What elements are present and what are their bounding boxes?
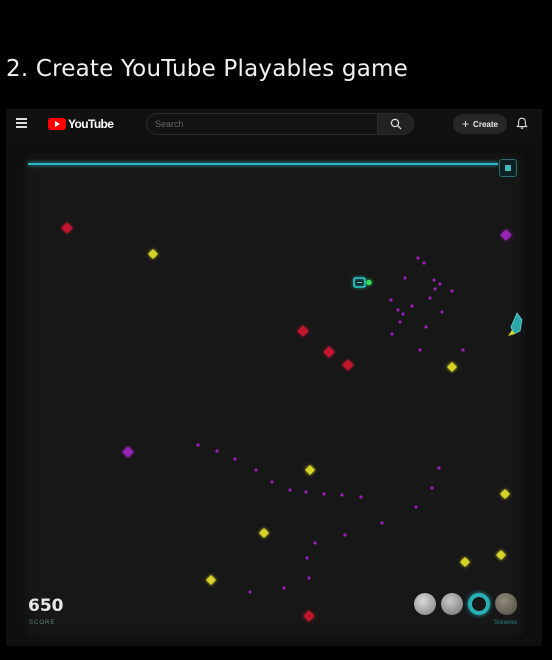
player-thruster — [366, 279, 372, 286]
powerup-tray — [414, 593, 517, 615]
coin — [460, 557, 470, 567]
coin — [206, 575, 216, 585]
score-value: 650 — [28, 596, 64, 616]
coin — [447, 362, 457, 372]
particle — [313, 541, 317, 545]
particle — [270, 480, 274, 484]
particle — [418, 348, 422, 352]
enemy-red — [342, 359, 354, 371]
enemy-red — [297, 325, 309, 337]
score-label: SCORE — [29, 620, 56, 626]
particle — [343, 533, 347, 537]
particle — [410, 304, 414, 308]
particle — [254, 468, 258, 472]
particle — [440, 310, 444, 314]
youtube-logo[interactable]: YouTube — [48, 117, 114, 131]
particle — [450, 289, 454, 293]
logo-text: YouTube — [68, 117, 114, 131]
particle — [307, 576, 311, 580]
particle — [430, 486, 434, 490]
enemy-purple — [500, 229, 512, 241]
level-progress-bar — [28, 163, 498, 165]
particle — [437, 466, 441, 470]
particle — [233, 457, 237, 461]
particle — [461, 348, 465, 352]
particle — [398, 320, 402, 324]
particle — [380, 521, 384, 525]
enemy-red — [61, 222, 73, 234]
game-canvas[interactable]: 650 SCORE Slowmo — [20, 150, 528, 640]
particle — [282, 586, 286, 590]
particle — [340, 493, 344, 497]
particle — [215, 449, 219, 453]
particle — [403, 276, 407, 280]
particle — [305, 556, 309, 560]
particle — [389, 298, 393, 302]
pause-icon[interactable] — [499, 159, 517, 177]
particle — [433, 287, 437, 291]
search-button[interactable] — [378, 113, 414, 135]
search-bar — [146, 113, 414, 135]
create-button[interactable]: + Create — [453, 114, 507, 134]
search-icon — [390, 118, 401, 130]
slide-title: 2. Create YouTube Playables game — [6, 56, 408, 82]
powerup-rock-icon[interactable] — [495, 593, 517, 615]
particle — [396, 308, 400, 312]
powerup-caption: Slowmo — [494, 620, 518, 626]
particle — [438, 282, 442, 286]
particle — [401, 312, 405, 316]
coin — [259, 528, 269, 538]
particle — [304, 490, 308, 494]
enemy-red — [323, 346, 335, 358]
youtube-play-icon — [48, 118, 66, 130]
enemy-purple — [122, 446, 134, 458]
coin — [305, 465, 315, 475]
particle — [322, 492, 326, 496]
coin — [496, 550, 506, 560]
powerup-orb-icon[interactable] — [414, 593, 436, 615]
particle — [424, 325, 428, 329]
enemy-red — [303, 610, 315, 622]
particle — [428, 296, 432, 300]
particle — [390, 332, 394, 336]
powerup-orb-icon[interactable] — [441, 593, 463, 615]
coin — [500, 489, 510, 499]
rocket-icon — [510, 312, 523, 335]
powerup-ring-icon[interactable] — [468, 593, 490, 615]
particle — [196, 443, 200, 447]
bell-icon[interactable] — [516, 117, 528, 130]
plus-icon: + — [462, 117, 470, 131]
particle — [432, 278, 436, 282]
search-input[interactable] — [146, 113, 378, 135]
particle — [248, 590, 252, 594]
particle — [416, 256, 420, 260]
game-field — [61, 222, 523, 622]
particle — [414, 505, 418, 509]
particle — [422, 261, 426, 265]
menu-icon[interactable] — [16, 118, 27, 128]
coin — [148, 249, 158, 259]
level-progress-fill — [28, 163, 498, 165]
browser-window: YouTube + Create 650 SCORE — [6, 109, 542, 646]
particle — [288, 488, 292, 492]
particle — [359, 495, 363, 499]
create-label: Create — [473, 119, 498, 129]
youtube-header: YouTube + Create — [6, 109, 542, 139]
